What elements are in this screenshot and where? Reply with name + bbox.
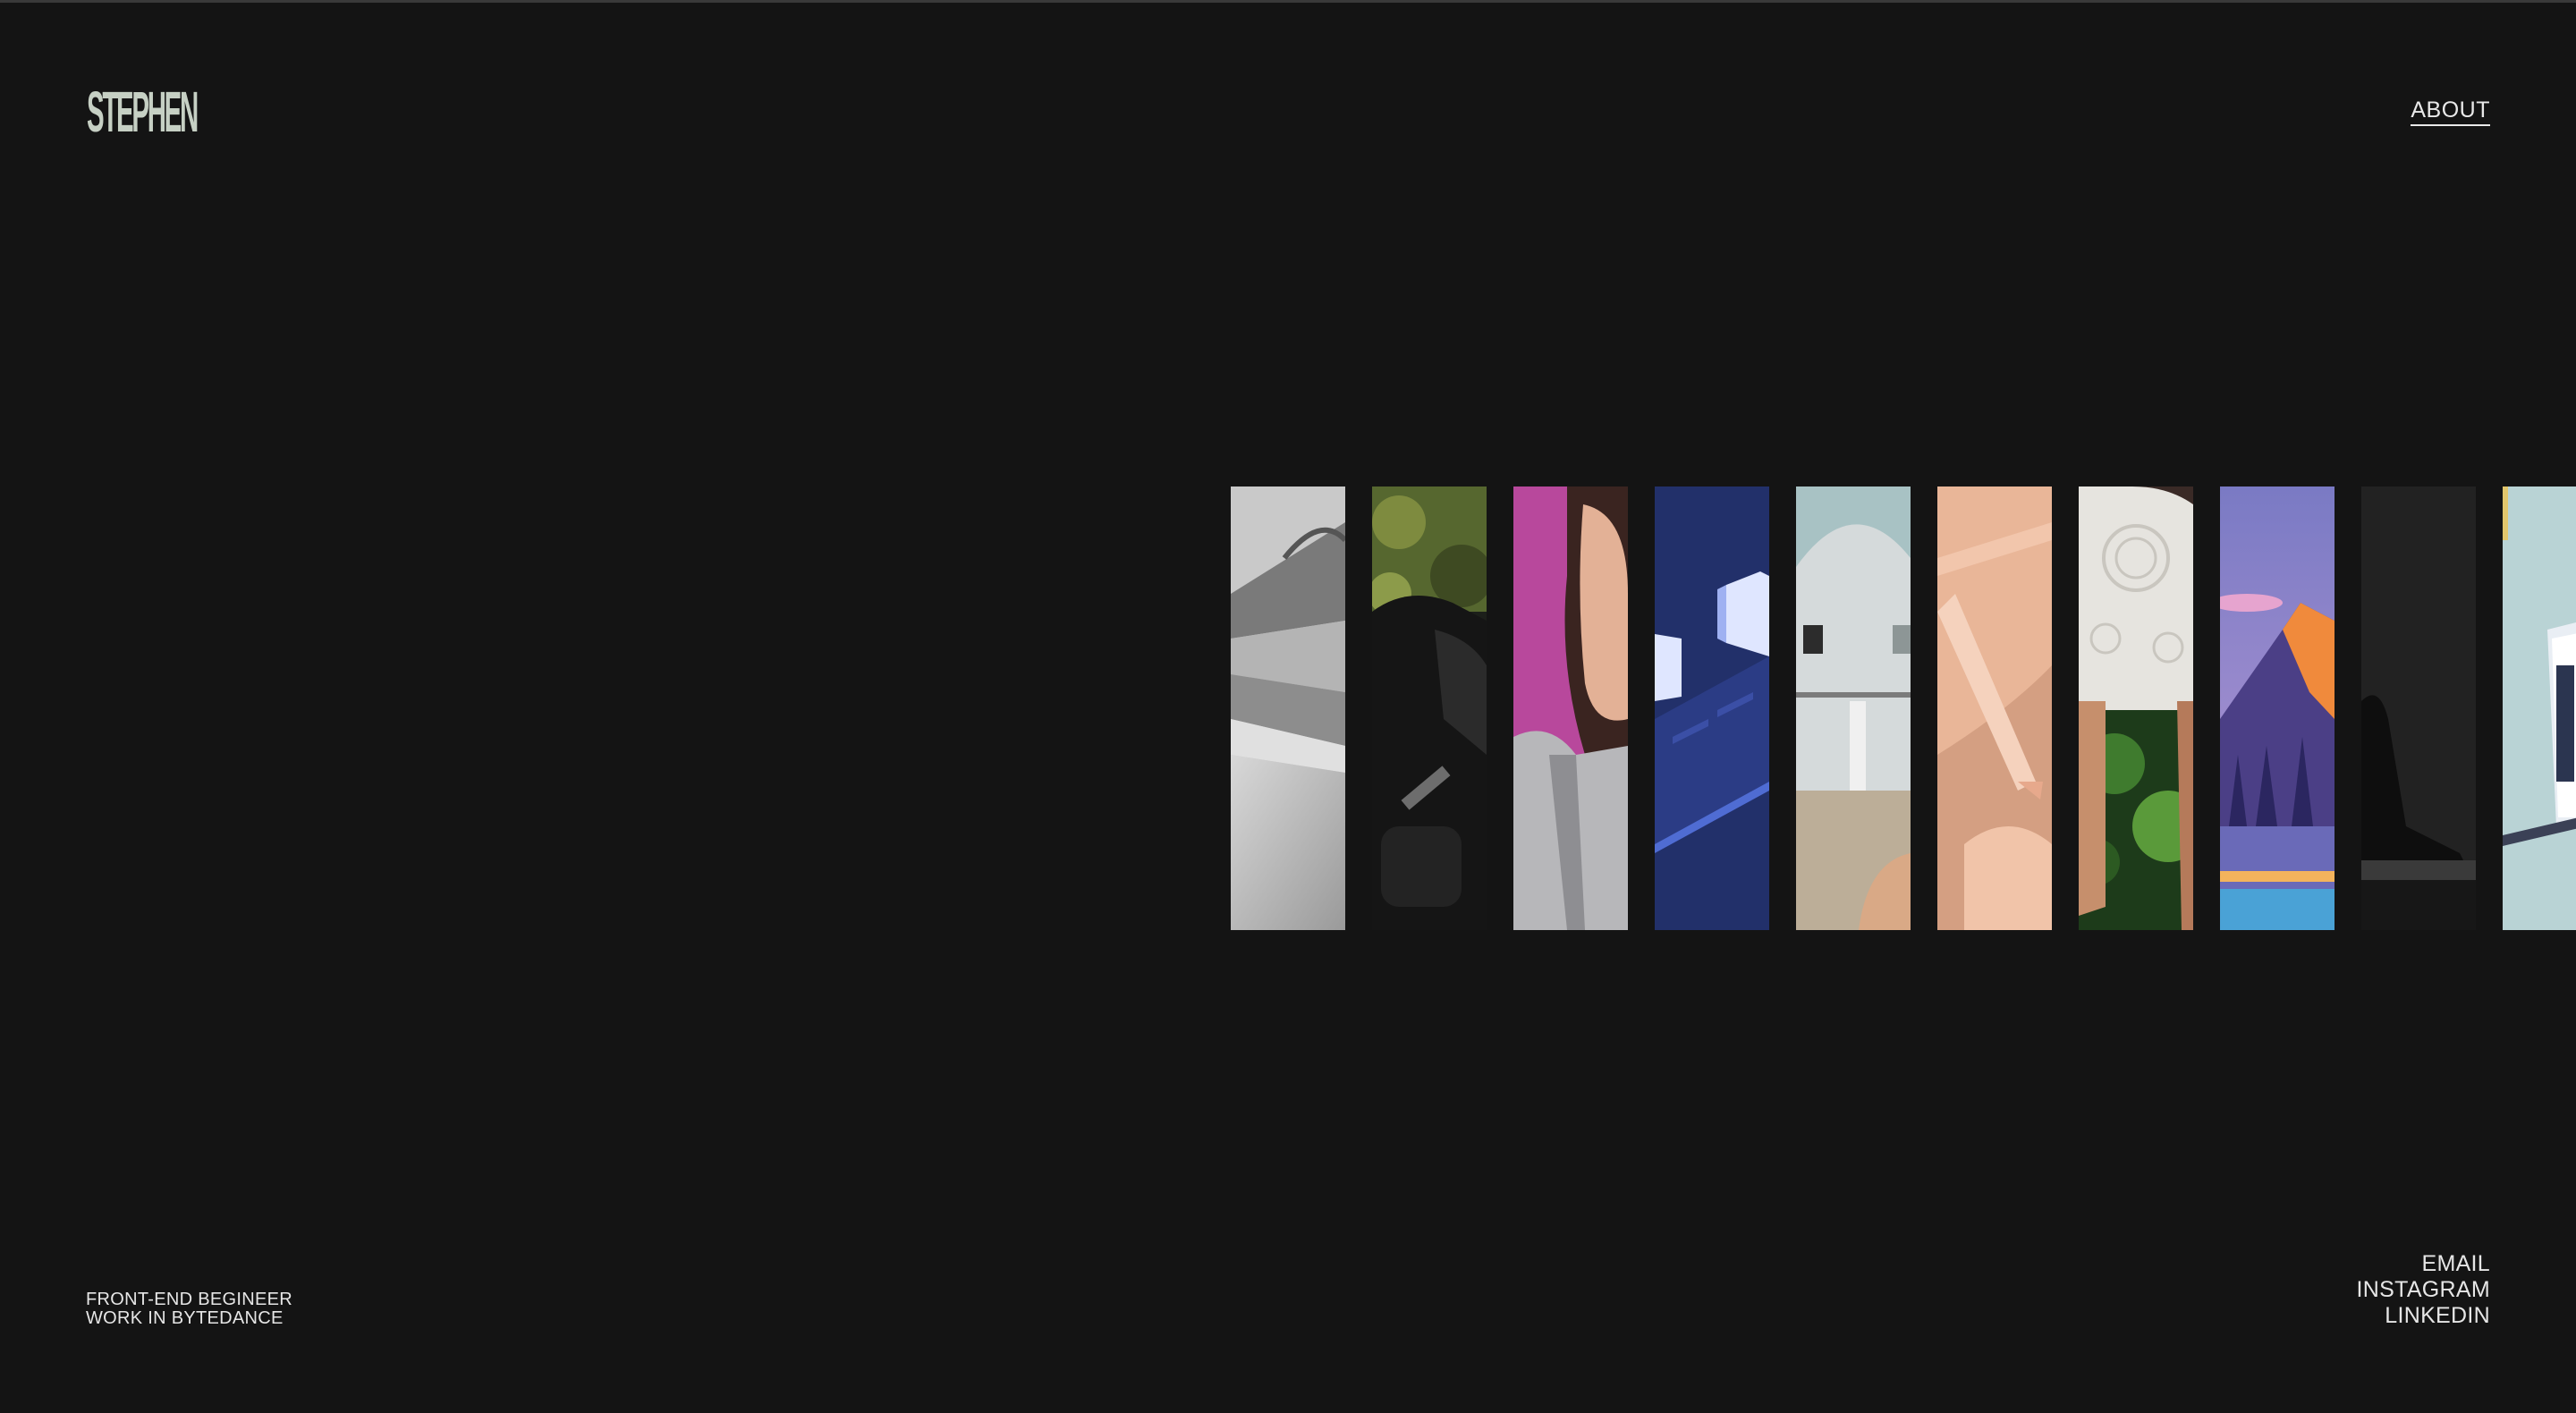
abstract-folds-image	[1231, 487, 1345, 930]
logo-text: STEPHEN	[87, 80, 199, 144]
gallery-tile-phone-mockup[interactable]	[2503, 487, 2576, 930]
gallery-strip[interactable]	[1231, 487, 2576, 930]
gallery-tile-woman-portrait[interactable]	[1513, 487, 1628, 930]
mountain-illustration-image	[2220, 487, 2334, 930]
lace-dress-image	[2079, 487, 2193, 930]
gallery-tile-white-building[interactable]	[1796, 487, 1911, 930]
gallery-tile-peach-product[interactable]	[1937, 487, 2052, 930]
gallery-tile-isometric-servers[interactable]	[1655, 487, 1769, 930]
person-forest-image	[1372, 487, 1487, 930]
gallery-tile-person-backpack[interactable]	[1372, 487, 1487, 930]
gallery-tile-mountain-illustration[interactable]	[2220, 487, 2334, 930]
footer-bio: FRONT-END BEGINEER WORK IN BYTEDANCE	[86, 1290, 292, 1328]
isometric-servers-image	[1655, 487, 1769, 930]
email-link[interactable]: EMAIL	[2357, 1251, 2490, 1277]
page: STEPHEN ABOUT FRONT-END BEGINEER WORK IN…	[0, 0, 2576, 1413]
gallery-tile-lace-dress[interactable]	[2079, 487, 2193, 930]
about-link[interactable]: ABOUT	[2411, 96, 2490, 126]
bio-line-company: WORK IN BYTEDANCE	[86, 1308, 284, 1328]
site-logo[interactable]: STEPHEN	[87, 74, 221, 149]
woman-portrait-image	[1513, 487, 1628, 930]
footer-links: EMAIL INSTAGRAM LINKEDIN	[2357, 1251, 2490, 1329]
phone-mockup-image	[2503, 487, 2576, 930]
instagram-link[interactable]: INSTAGRAM	[2357, 1277, 2490, 1303]
bio-line-role: FRONT-END BEGINEER	[86, 1290, 292, 1309]
dark-sculpture-image	[2361, 487, 2476, 930]
linkedin-link[interactable]: LINKEDIN	[2357, 1303, 2490, 1329]
peach-product-image	[1937, 487, 2052, 930]
gallery-tile-dark-sculpture[interactable]	[2361, 487, 2476, 930]
white-building-image	[1796, 487, 1911, 930]
gallery-tile-paper-folds[interactable]	[1231, 487, 1345, 930]
